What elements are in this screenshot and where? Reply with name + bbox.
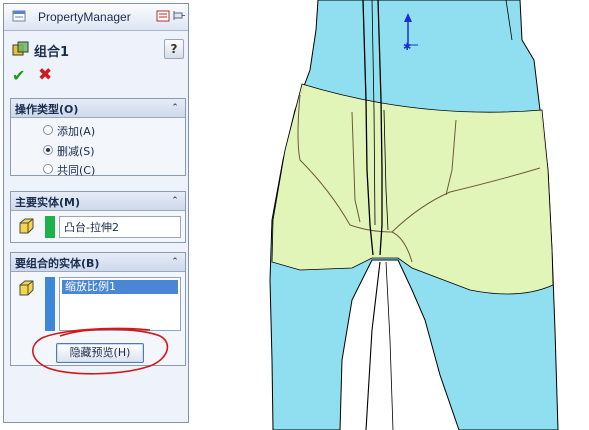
solid-body-icon [19,218,34,234]
radio-label: 删减(S) [57,145,95,158]
bodies-to-combine-header[interactable]: 要组合的实体(B) ⌃ [11,253,185,272]
feature-header: 组合1 ? [4,38,188,60]
main-body-header[interactable]: 主要实体(M) ⌃ [11,192,185,211]
feature-name: 组合1 [34,45,70,60]
main-body-group: 主要实体(M) ⌃ 凸台-拉伸2 [10,191,186,243]
property-manager-title: PropertyManager [38,10,131,24]
radio-label: 共同(C) [57,164,96,177]
main-body-value: 凸台-拉伸2 [64,221,119,234]
radio-button[interactable] [43,125,53,135]
operation-type-header[interactable]: 操作类型(O) ⌃ [11,99,185,118]
main-body-selection-box[interactable]: 凸台-拉伸2 [59,216,181,238]
ok-button[interactable]: ✔ [12,66,25,85]
push-pin-icon[interactable] [172,9,186,23]
main-body-label: 主要实体(M) [15,196,81,209]
solid-body-icon [19,280,34,296]
bodies-to-combine-list[interactable]: 缩放比例1 [59,277,181,331]
combine-feature-icon [12,41,29,56]
property-manager-tab[interactable]: PropertyManager [4,4,188,31]
selection-color-bar [45,216,55,238]
collapse-icon[interactable]: ⌃ [169,195,181,207]
list-item[interactable]: 缩放比例1 [62,280,178,294]
pin-options-icon[interactable] [156,9,170,23]
radio-button[interactable] [43,145,53,155]
hide-preview-button[interactable]: 隐藏预览(H) [56,343,144,363]
model-edge [385,261,394,430]
property-manager-icon [12,10,26,22]
operation-type-label: 操作类型(O) [15,103,79,116]
model-shorts[interactable] [271,83,554,295]
model-edge [365,261,381,430]
collapse-icon[interactable]: ⌃ [169,256,181,268]
collapse-icon[interactable]: ⌃ [169,102,181,114]
bodies-to-combine-label: 要组合的实体(B) [15,257,100,270]
radio-button[interactable] [43,164,53,174]
help-button[interactable]: ? [164,39,184,59]
selection-color-bar [45,277,55,331]
property-manager-panel: PropertyManager 组合1 ? ✔ ✖ 操作类型(O) ⌃ 添加(A… [3,3,189,423]
cancel-button[interactable]: ✖ [38,65,52,85]
operation-type-group: 操作类型(O) ⌃ 添加(A) 删减(S) 共同(C) [10,98,186,177]
radio-label: 添加(A) [57,125,96,138]
svg-text:✱: ✱ [403,42,411,53]
